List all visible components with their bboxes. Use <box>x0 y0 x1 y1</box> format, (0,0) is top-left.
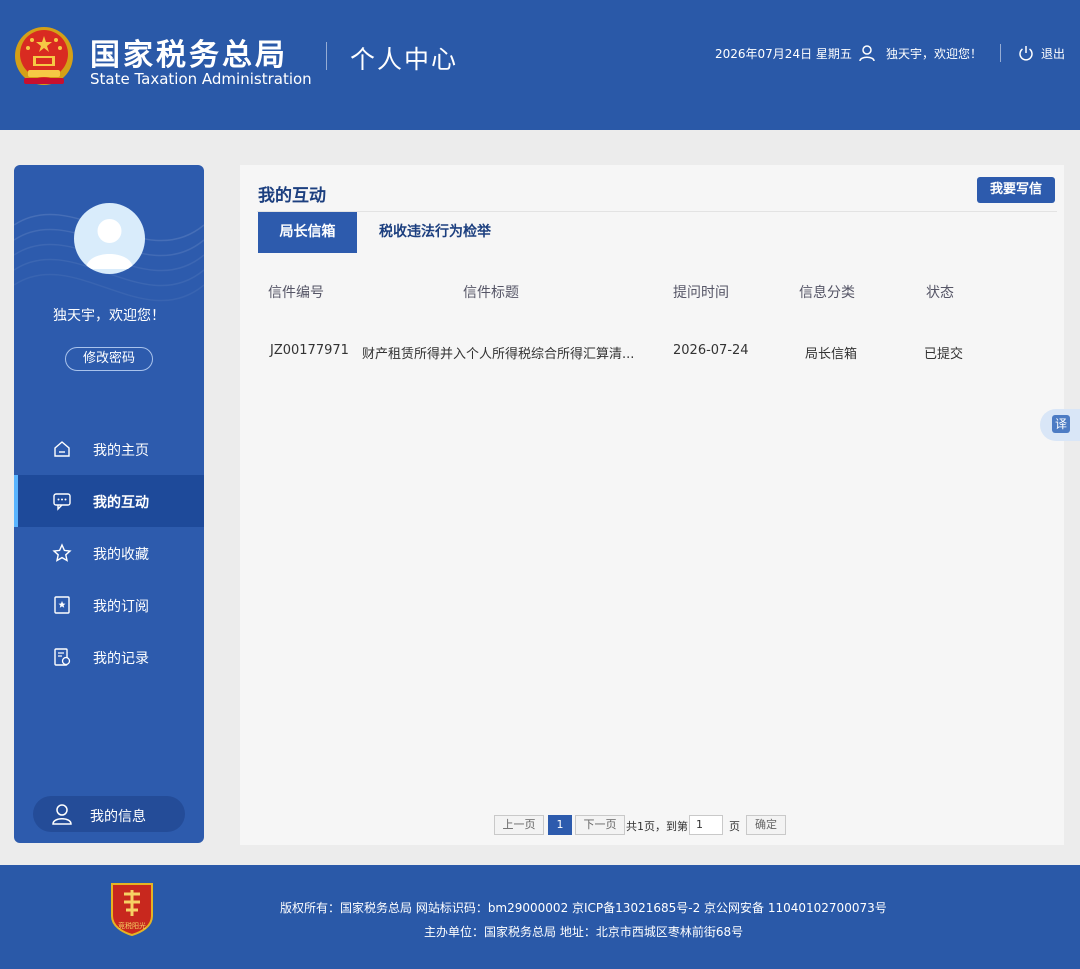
next-page-button[interactable]: 下一页 <box>575 815 625 835</box>
user-greeting[interactable]: 独天宇，欢迎您！ <box>886 45 982 62</box>
national-emblem-icon <box>15 27 73 85</box>
sidebar-item-interaction[interactable]: 我的互动 <box>14 475 204 527</box>
user-icon <box>859 45 875 62</box>
footer: 竞税阳光 版权所有：国家税务总局 网站标识码：bm29000002 京ICP备1… <box>0 865 1080 969</box>
sidebar-item-label: 我的订阅 <box>93 599 149 615</box>
sidebar-item-subscriptions[interactable]: 我的订阅 <box>14 579 204 631</box>
letter-category: 局长信箱 <box>805 347 858 362</box>
star-icon <box>52 543 72 562</box>
letter-id: JZ00177971 <box>270 343 349 358</box>
party-gov-logo-icon[interactable]: 竞税阳光 <box>108 880 156 936</box>
sidebar-item-favorites[interactable]: 我的收藏 <box>14 527 204 579</box>
confirm-page-button[interactable]: 确定 <box>746 815 786 835</box>
page-unit-text: 页 <box>729 820 740 833</box>
my-info-label: 我的信息 <box>90 809 146 825</box>
user-icon <box>52 804 72 825</box>
tab-tax-violation-report[interactable]: 税收违法行为检举 <box>370 212 500 253</box>
letter-date: 2026-07-24 <box>673 343 749 358</box>
avatar-person-icon <box>86 219 133 269</box>
translate-icon: 译 <box>1052 415 1070 433</box>
current-page[interactable]: 1 <box>548 815 572 835</box>
change-password-button[interactable]: 修改密码 <box>65 347 153 371</box>
top-header: 国家税务总局 State Taxation Administration 个人中… <box>0 0 1080 130</box>
logout-link[interactable]: 退出 <box>1041 45 1065 62</box>
portal-title: 个人中心 <box>350 45 459 74</box>
column-header: 提问时间 <box>673 285 729 301</box>
sidebar-item-label: 我的收藏 <box>93 547 149 563</box>
power-icon[interactable] <box>1018 45 1034 61</box>
page-title: 我的互动 <box>258 186 326 206</box>
translate-float-button[interactable]: 译 <box>1040 409 1080 441</box>
brand-title: 国家税务总局 <box>90 38 288 73</box>
header-divider <box>326 42 327 70</box>
letter-title[interactable]: 财产租赁所得并入个人所得税综合所得汇算清... <box>362 343 634 362</box>
write-letter-button[interactable]: 我要写信 <box>977 177 1055 203</box>
chat-icon <box>53 493 71 511</box>
home-icon <box>54 441 70 457</box>
my-info-button[interactable]: 我的信息 <box>33 796 185 832</box>
sidebar: 独天宇，欢迎您！ 修改密码 我的主页 我的互动 我的收藏 我的订阅 我的记录 我… <box>14 165 204 843</box>
record-icon <box>54 648 71 666</box>
header-divider <box>1000 44 1001 62</box>
page-number-input[interactable]: 1 <box>689 815 723 835</box>
column-header: 信息分类 <box>799 285 855 301</box>
sidebar-item-label: 我的互动 <box>93 495 149 511</box>
column-header: 状态 <box>926 285 954 301</box>
footer-address: 主办单位：国家税务总局 地址：北京市西城区枣林前街68号 <box>424 925 744 939</box>
column-header: 信件编号 <box>268 285 324 301</box>
footer-logo-text: 竞税阳光 <box>118 921 146 930</box>
letter-status: 已提交 <box>924 347 964 362</box>
tab-director-mailbox[interactable]: 局长信箱 <box>258 212 357 253</box>
bookmark-icon <box>54 596 70 614</box>
brand-subtitle: State Taxation Administration <box>90 70 312 88</box>
prev-page-button[interactable]: 上一页 <box>494 815 544 835</box>
page-total-text: 共1页，到第 <box>626 820 688 833</box>
footer-copyright: 版权所有：国家税务总局 网站标识码：bm29000002 京ICP备130216… <box>280 901 887 915</box>
column-header: 信件标题 <box>463 285 519 301</box>
sidebar-item-label: 我的记录 <box>93 651 149 667</box>
main-panel: 我的互动 我要写信 局长信箱 税收违法行为检举 信件编号 信件标题 提问时间 信… <box>240 165 1064 845</box>
sidebar-item-records[interactable]: 我的记录 <box>14 631 204 683</box>
sidebar-welcome: 独天宇，欢迎您！ <box>53 308 165 324</box>
avatar[interactable] <box>74 203 145 274</box>
sidebar-item-home[interactable]: 我的主页 <box>14 423 204 475</box>
current-date: 2026年07月24日 星期五 <box>715 47 852 61</box>
sidebar-item-label: 我的主页 <box>93 443 149 459</box>
